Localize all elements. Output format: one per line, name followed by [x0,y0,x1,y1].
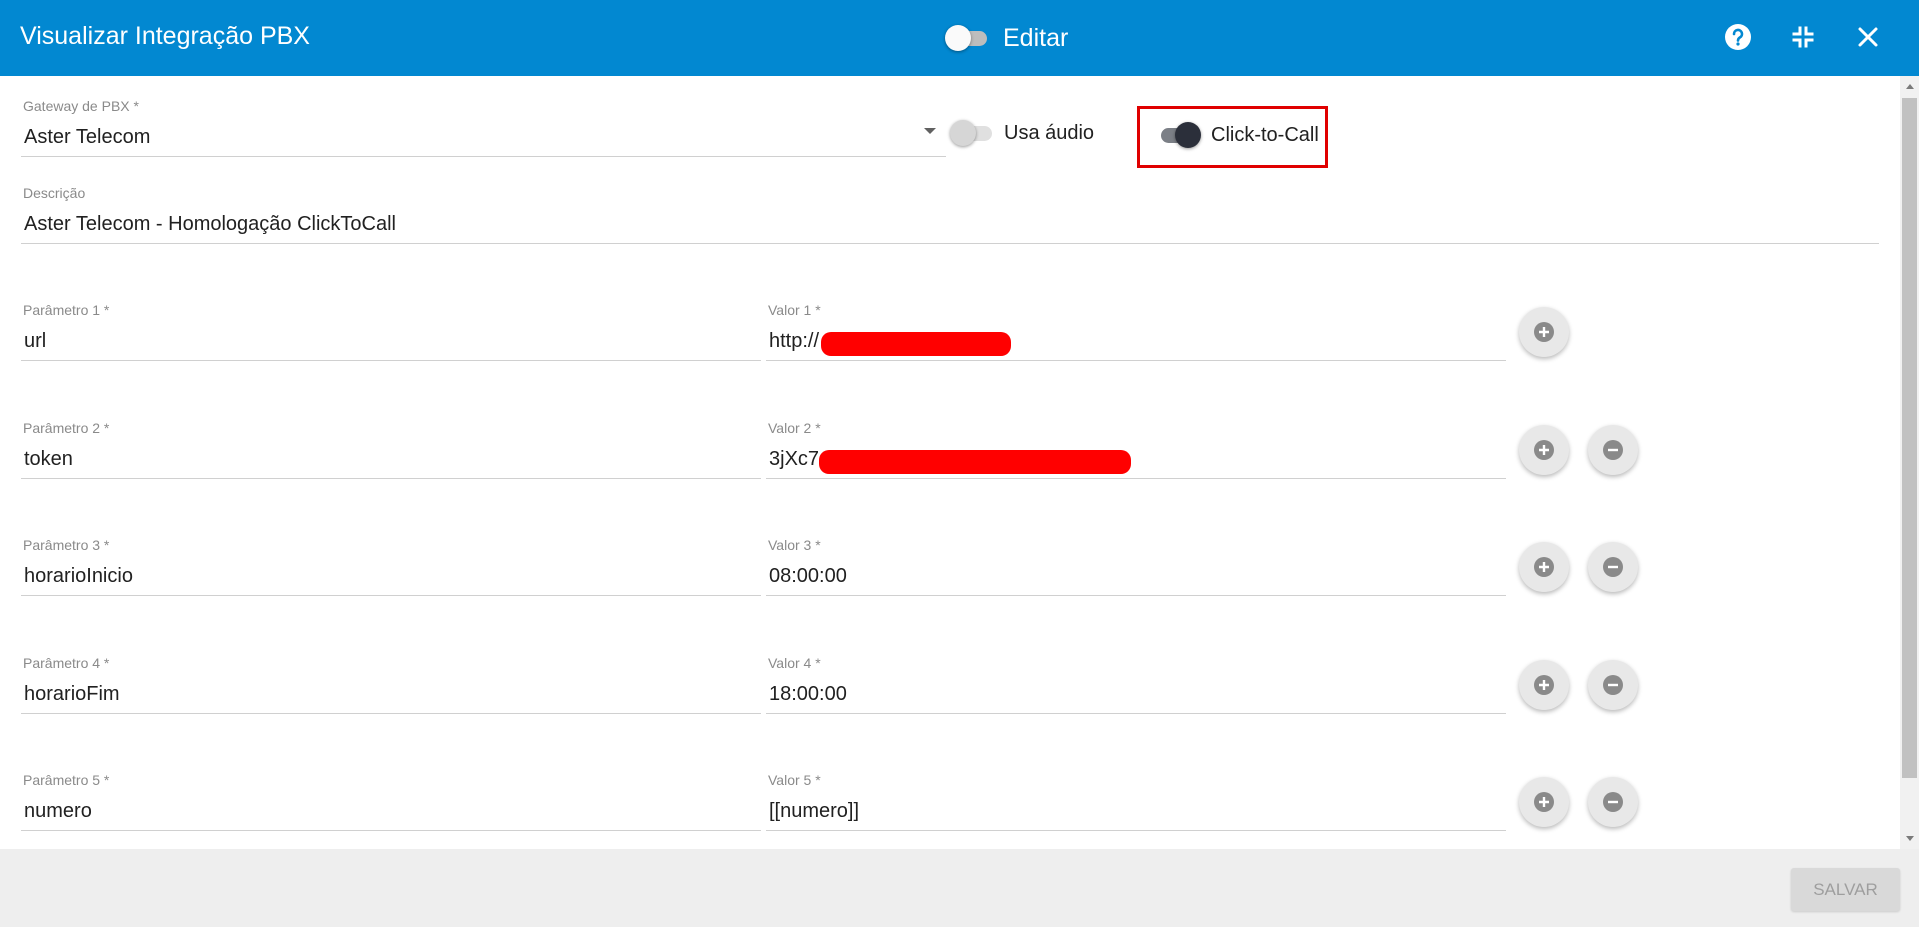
value-3-underline [766,595,1506,596]
edit-label: Editar [1003,23,1069,52]
footer-bar: SALVAR [0,849,1919,927]
param-1-underline [21,360,761,361]
value-1-field[interactable]: Valor 1 * http:// [766,302,1506,361]
description-underline [21,243,1879,244]
redaction-mark [821,332,1011,356]
param-5-label: Parâmetro 5 * [23,772,110,788]
add-param-2-button[interactable] [1519,425,1569,475]
value-2-underline [766,478,1506,479]
value-4-label: Valor 4 * [768,655,821,671]
edit-toggle-group[interactable]: Editar [945,20,1068,56]
use-audio-toggle[interactable] [950,119,994,147]
value-3-field[interactable]: Valor 3 * 08:00:00 [766,537,1506,596]
param-2-field[interactable]: Parâmetro 2 * token [21,420,761,479]
param-5-field[interactable]: Parâmetro 5 * numero [21,772,761,831]
value-3-value: 08:00:00 [769,565,847,587]
gateway-underline [21,156,946,157]
use-audio-label: Usa áudio [1004,121,1095,144]
value-5-label: Valor 5 * [768,772,821,788]
gateway-select[interactable]: Gateway de PBX * Aster Telecom [21,98,946,157]
value-1-label: Valor 1 * [768,302,821,318]
gateway-value: Aster Telecom [24,126,151,148]
param-5-value: numero [24,800,92,822]
value-5-field[interactable]: Valor 5 * [[numero]] [766,772,1506,831]
value-2-value: 3jXc7 [769,448,820,470]
param-3-label: Parâmetro 3 * [23,537,110,553]
scroll-up-icon[interactable] [1906,84,1914,89]
edit-toggle[interactable] [945,24,989,52]
click-to-call-toggle-group[interactable]: Click-to-Call [1157,121,1319,149]
chevron-down-icon [924,128,936,134]
add-circle-icon [1534,322,1554,342]
value-5-underline [766,830,1506,831]
remove-param-3-button[interactable] [1588,542,1638,592]
description-value: Aster Telecom - Homologação ClickToCall [24,213,396,235]
click-to-call-toggle[interactable] [1157,121,1201,149]
click-to-call-toggle-thumb [1175,122,1201,148]
value-3-label: Valor 3 * [768,537,821,553]
collapse-icon[interactable] [1788,22,1818,52]
add-param-1-button[interactable] [1519,307,1569,357]
value-4-value: 18:00:00 [769,683,847,705]
value-2-label: Valor 2 * [768,420,821,436]
header-bar: Visualizar Integração PBX Editar [0,0,1919,76]
use-audio-toggle-group[interactable]: Usa áudio [950,119,1094,147]
scroll-down-icon[interactable] [1906,836,1914,841]
add-param-3-button[interactable] [1519,542,1569,592]
add-circle-icon [1534,675,1554,695]
param-4-value: horarioFim [24,683,120,705]
param-1-field[interactable]: Parâmetro 1 * url [21,302,761,361]
add-circle-icon [1534,557,1554,577]
page-title: Visualizar Integração PBX [20,22,310,50]
close-icon[interactable] [1853,22,1883,52]
param-3-underline [21,595,761,596]
vertical-scrollbar[interactable] [1900,76,1919,849]
param-1-label: Parâmetro 1 * [23,302,110,318]
param-5-underline [21,830,761,831]
click-to-call-label: Click-to-Call [1211,123,1319,146]
description-label: Descrição [23,185,86,201]
help-icon[interactable] [1723,22,1753,52]
value-1-underline [766,360,1506,361]
remove-circle-icon [1603,557,1623,577]
value-1-value: http:// [769,330,820,352]
param-2-value: token [24,448,73,470]
value-2-field[interactable]: Valor 2 * 3jXc7 [766,420,1506,479]
param-3-value: horarioInicio [24,565,133,587]
remove-circle-icon [1603,675,1623,695]
param-3-field[interactable]: Parâmetro 3 * horarioInicio [21,537,761,596]
param-4-underline [21,713,761,714]
value-5-value: [[numero]] [769,800,860,822]
redaction-mark [819,450,1131,474]
param-2-label: Parâmetro 2 * [23,420,110,436]
remove-circle-icon [1603,440,1623,460]
param-4-label: Parâmetro 4 * [23,655,110,671]
param-1-value: url [24,330,47,352]
remove-param-2-button[interactable] [1588,425,1638,475]
param-4-field[interactable]: Parâmetro 4 * horarioFim [21,655,761,714]
value-4-underline [766,713,1506,714]
form-content: Gateway de PBX * Aster Telecom Descrição… [0,76,1900,849]
remove-param-5-button[interactable] [1588,777,1638,827]
description-field[interactable]: Descrição Aster Telecom - Homologação Cl… [21,185,1879,244]
add-circle-icon [1534,792,1554,812]
remove-param-4-button[interactable] [1588,660,1638,710]
add-param-4-button[interactable] [1519,660,1569,710]
use-audio-toggle-thumb [950,120,976,146]
add-param-5-button[interactable] [1519,777,1569,827]
gateway-label: Gateway de PBX * [23,98,139,114]
add-circle-icon [1534,440,1554,460]
remove-circle-icon [1603,792,1623,812]
value-4-field[interactable]: Valor 4 * 18:00:00 [766,655,1506,714]
edit-toggle-thumb [945,25,971,51]
param-2-underline [21,478,761,479]
save-button[interactable]: SALVAR [1791,868,1900,911]
scrollbar-thumb[interactable] [1902,98,1917,778]
